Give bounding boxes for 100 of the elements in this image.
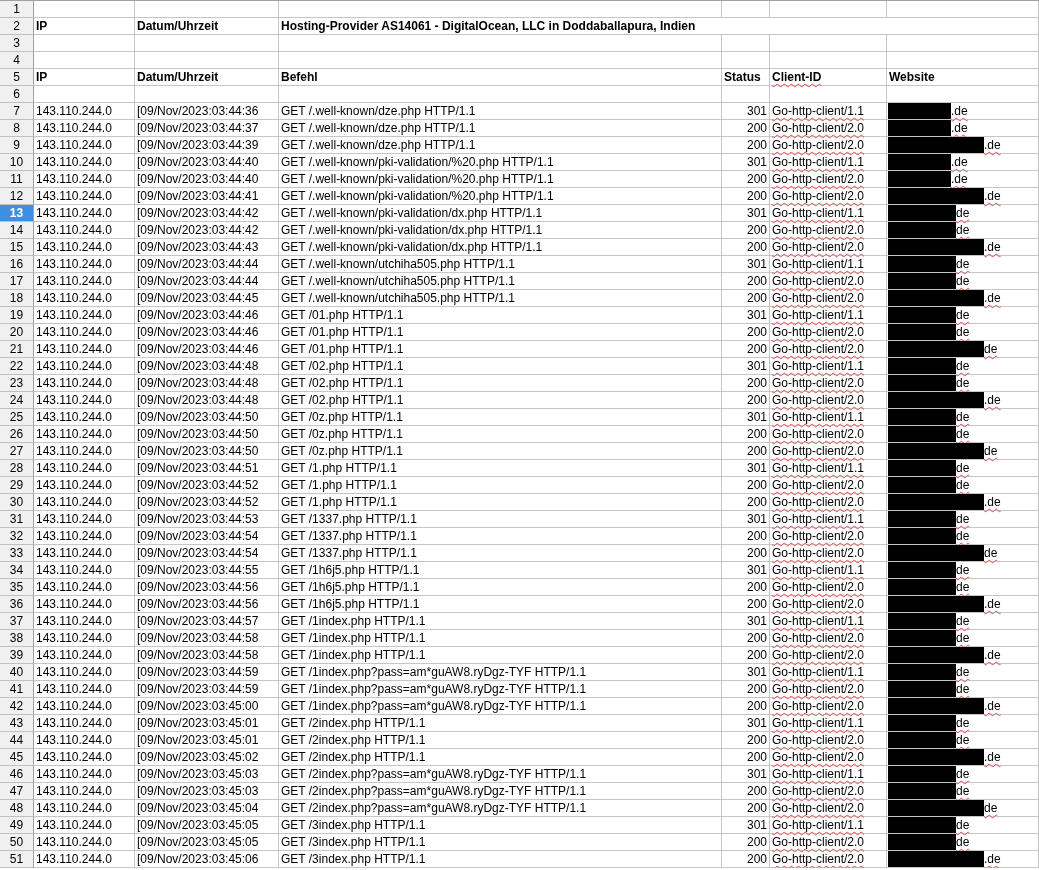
row-header[interactable]: 9: [0, 137, 34, 154]
table-cell: .de: [984, 392, 1001, 408]
table-cell: 200: [746, 494, 767, 510]
row-header[interactable]: 48: [0, 800, 34, 817]
table-cell: GET /1index.php?pass=am*guAW8.ryDgz-TYF HTTP/1.1: [281, 681, 587, 697]
row-header[interactable]: 29: [0, 477, 34, 494]
row-header[interactable]: 3: [0, 35, 34, 52]
table-cell: .de: [984, 188, 1001, 204]
row-header[interactable]: 24: [0, 392, 34, 409]
table-cell: 200: [746, 851, 767, 867]
row-header[interactable]: 36: [0, 596, 34, 613]
row-header[interactable]: 12: [0, 188, 34, 205]
row-header[interactable]: 49: [0, 817, 34, 834]
row-header[interactable]: 28: [0, 460, 34, 477]
table-cell: Go-http-client/1.1: [772, 817, 865, 833]
table-cell: [09/Nov/2023:03:44:46: [137, 307, 259, 323]
row-header[interactable]: 44: [0, 732, 34, 749]
row-header[interactable]: 25: [0, 409, 34, 426]
table-cell: 200: [746, 800, 767, 816]
row-header[interactable]: 5: [0, 69, 34, 86]
table-cell: Go-http-client/2.0: [772, 375, 865, 391]
row-header[interactable]: 19: [0, 307, 34, 324]
row-header[interactable]: 15: [0, 239, 34, 256]
table-cell: 200: [746, 375, 767, 391]
row-header[interactable]: 40: [0, 664, 34, 681]
table-cell: [09/Nov/2023:03:44:43: [137, 239, 259, 255]
table-cell: GET /0z.php HTTP/1.1: [281, 443, 403, 459]
table-cell: Go-http-client/2.0: [772, 222, 865, 238]
row-header[interactable]: 1: [0, 1, 34, 18]
row-header[interactable]: 26: [0, 426, 34, 443]
row-header[interactable]: 22: [0, 358, 34, 375]
table-cell: Go-http-client/1.1: [772, 613, 865, 629]
table-cell: 143.110.244.0: [36, 239, 112, 255]
row-header[interactable]: 2: [0, 18, 34, 35]
row-header[interactable]: 43: [0, 715, 34, 732]
table-cell: GET /2index.php?pass=am*guAW8.ryDgz-TYF HTTP/1.1: [281, 783, 587, 799]
table-cell: Status: [724, 69, 761, 85]
row-header[interactable]: 33: [0, 545, 34, 562]
redaction-bar: [888, 817, 956, 833]
table-cell: 200: [746, 120, 767, 136]
table-cell: Go-http-client/2.0: [772, 800, 865, 816]
table-cell: de: [956, 460, 970, 476]
table-cell: .de: [984, 290, 1001, 306]
row-header[interactable]: 38: [0, 630, 34, 647]
table-cell: 301: [746, 460, 767, 476]
table-cell: 200: [746, 171, 767, 187]
row-header[interactable]: 50: [0, 834, 34, 851]
row-header[interactable]: 47: [0, 783, 34, 800]
redaction-bar: [888, 460, 956, 476]
row-header[interactable]: 20: [0, 324, 34, 341]
table-cell: GET /.well-known/pki-validation/dx.php HTTP/1.1: [281, 222, 543, 238]
row-header[interactable]: 6: [0, 86, 34, 103]
row-header[interactable]: 11: [0, 171, 34, 188]
table-cell: 143.110.244.0: [36, 307, 112, 323]
row-header[interactable]: 14: [0, 222, 34, 239]
table-cell: 143.110.244.0: [36, 783, 112, 799]
redaction-bar: [888, 630, 956, 646]
row-header[interactable]: 18: [0, 290, 34, 307]
table-cell: 143.110.244.0: [36, 409, 112, 425]
row-header[interactable]: 16: [0, 256, 34, 273]
row-header[interactable]: 39: [0, 647, 34, 664]
table-cell: GET /.well-known/pki-validation/%20.php HTTP/1.1: [281, 188, 554, 204]
row-header[interactable]: 4: [0, 52, 34, 69]
row-header[interactable]: 46: [0, 766, 34, 783]
table-cell: 143.110.244.0: [36, 273, 112, 289]
row-header[interactable]: 34: [0, 562, 34, 579]
table-cell: 143.110.244.0: [36, 477, 112, 493]
table-cell: Go-http-client/2.0: [772, 681, 865, 697]
table-cell: de: [956, 375, 970, 391]
row-header[interactable]: 51: [0, 851, 34, 868]
table-cell: GET /1h6j5.php HTTP/1.1: [281, 579, 420, 595]
table-cell: de: [956, 324, 970, 340]
table-cell: Go-http-client/2.0: [772, 426, 865, 442]
row-header[interactable]: 37: [0, 613, 34, 630]
table-cell: 301: [746, 358, 767, 374]
row-header[interactable]: 8: [0, 120, 34, 137]
row-header[interactable]: 30: [0, 494, 34, 511]
row-header[interactable]: 32: [0, 528, 34, 545]
row-header[interactable]: 7: [0, 103, 34, 120]
table-cell: GET /.well-known/utchiha505.php HTTP/1.1: [281, 256, 515, 272]
table-cell: .de: [951, 120, 968, 136]
table-cell: Go-http-client/1.1: [772, 409, 865, 425]
row-header[interactable]: 10: [0, 154, 34, 171]
row-header[interactable]: 21: [0, 341, 34, 358]
table-cell: 143.110.244.0: [36, 715, 112, 731]
row-header[interactable]: 35: [0, 579, 34, 596]
table-cell: GET /1.php HTTP/1.1: [281, 460, 397, 476]
table-cell: 143.110.244.0: [36, 137, 112, 153]
row-header[interactable]: 17: [0, 273, 34, 290]
row-header[interactable]: 27: [0, 443, 34, 460]
row-header[interactable]: 42: [0, 698, 34, 715]
row-header[interactable]: 23: [0, 375, 34, 392]
redaction-bar: [888, 273, 956, 289]
row-header[interactable]: 45: [0, 749, 34, 766]
table-cell: Go-http-client/1.1: [772, 256, 865, 272]
row-header[interactable]: 31: [0, 511, 34, 528]
table-cell: 143.110.244.0: [36, 732, 112, 748]
empty-cell: [722, 1, 770, 18]
redaction-bar: [888, 375, 956, 391]
row-header[interactable]: 41: [0, 681, 34, 698]
